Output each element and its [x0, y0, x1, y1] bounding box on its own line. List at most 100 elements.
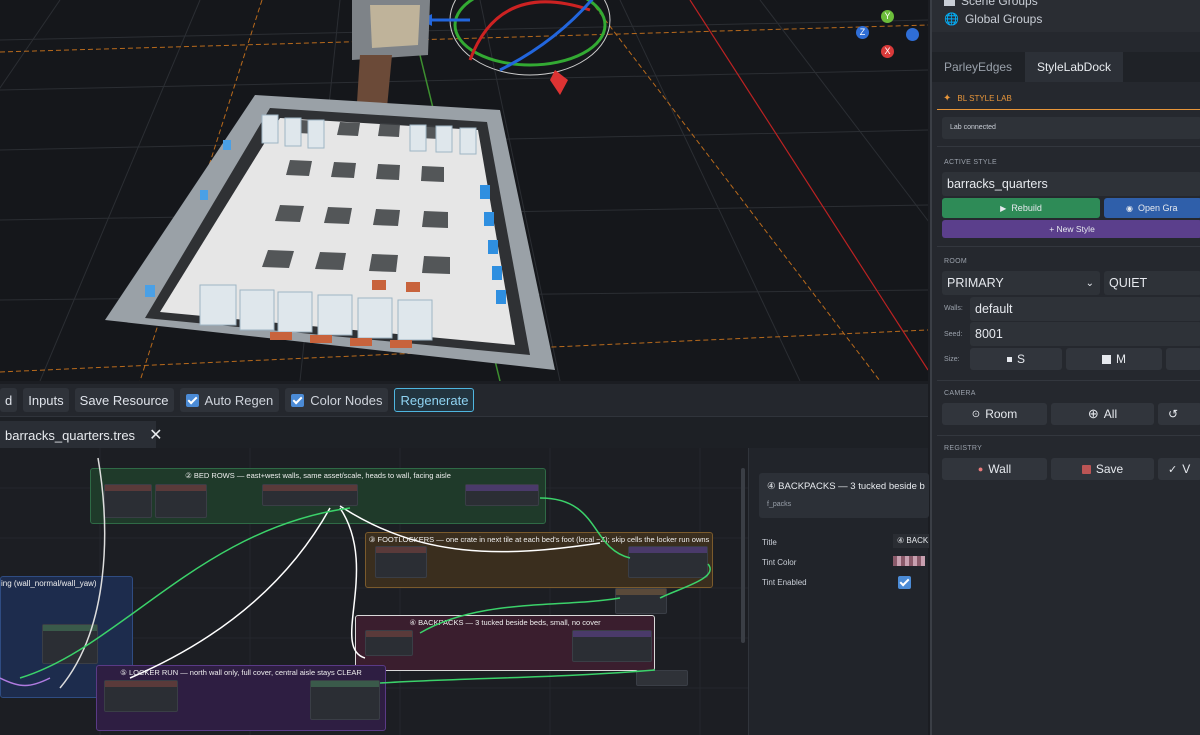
- checkbox-checked-icon: [185, 393, 199, 407]
- graph-node[interactable]: [310, 680, 380, 720]
- room-section-label: ROOM: [944, 258, 967, 265]
- graph-node[interactable]: [262, 484, 358, 506]
- check-icon: ✓: [1168, 463, 1178, 476]
- inputs-button[interactable]: Inputs: [23, 388, 69, 412]
- graph-node[interactable]: [42, 624, 98, 664]
- room-mood-dropdown[interactable]: QUIET: [1104, 271, 1200, 295]
- status-text: Lab connected: [950, 124, 996, 131]
- seed-field[interactable]: 8001: [970, 322, 1200, 346]
- inspector-header: ④ BACKPACKS — 3 tucked beside b f_packs: [759, 473, 929, 518]
- size-label: Size:: [944, 356, 960, 363]
- right-dock: Scene Groups 🌐 Global Groups ParleyEdges…: [930, 0, 1200, 735]
- title-field[interactable]: ④ BACK: [893, 534, 929, 548]
- registry-wall-label: Wall: [988, 462, 1012, 476]
- truncated-button[interactable]: d: [0, 388, 18, 412]
- checkbox-checked-icon: [291, 393, 305, 407]
- gizmo-x-axis[interactable]: X: [881, 45, 894, 58]
- graph-node[interactable]: [375, 546, 427, 578]
- file-tab[interactable]: barracks_quarters.tres ✕: [0, 421, 162, 449]
- viewport-scene: [0, 0, 928, 381]
- save-resource-button[interactable]: Save Resource: [74, 388, 174, 412]
- node-graph-canvas[interactable]: ing (wall_normal/wall_yaw) ② BED ROWS — …: [0, 448, 748, 735]
- open-graph-label: Open Gra: [1137, 203, 1178, 213]
- graph-node[interactable]: [155, 484, 207, 518]
- color-nodes-label: Color Nodes: [310, 392, 383, 408]
- size-s-label: S: [1016, 352, 1025, 366]
- registry-wall-button[interactable]: ● Wall: [942, 458, 1047, 480]
- dock-tab-bar: ParleyEdges StyleLabDock: [932, 52, 1200, 82]
- camera-all-button[interactable]: ⊕ All: [1051, 403, 1154, 425]
- globe-icon: 🌐: [944, 12, 959, 26]
- folder-icon: [944, 0, 955, 6]
- scene-tree-partial: Scene Groups 🌐 Global Groups: [932, 0, 1200, 32]
- camera-all-label: All: [1103, 407, 1118, 421]
- scene-groups-item[interactable]: Scene Groups: [944, 0, 1038, 8]
- tint-color-swatch[interactable]: [893, 556, 925, 566]
- tint-color-label: Tint Color: [762, 558, 797, 567]
- graph-node[interactable]: [104, 680, 178, 712]
- global-groups-item[interactable]: 🌐 Global Groups: [944, 12, 1042, 26]
- view-gizmo[interactable]: Y Z X: [856, 10, 919, 60]
- rotate-icon: ↺: [1168, 407, 1179, 421]
- walls-field[interactable]: default: [970, 297, 1200, 321]
- rebuild-label: Rebuild: [1011, 203, 1042, 213]
- inspector-scrollbar[interactable]: [741, 468, 745, 643]
- frame-title: ing (wall_normal/wall_yaw): [1, 579, 97, 588]
- graph-node[interactable]: [615, 588, 667, 614]
- 3d-viewport[interactable]: Y Z X: [0, 0, 928, 381]
- node-inspector-panel: ④ BACKPACKS — 3 tucked beside b f_packs …: [741, 448, 929, 735]
- close-icon[interactable]: ✕: [149, 425, 162, 445]
- sparkle-icon: ✦: [943, 93, 952, 104]
- graph-toolbar: d Inputs Save Resource Auto Regen Color …: [0, 384, 928, 416]
- graph-node[interactable]: [365, 630, 413, 656]
- graph-node[interactable]: [628, 546, 708, 578]
- new-style-button[interactable]: + New Style: [942, 220, 1200, 238]
- inspector-subtitle: f_packs: [767, 501, 792, 508]
- frame-title: ② BED ROWS — east+west walls, same asset…: [185, 471, 451, 480]
- seed-label: Seed:: [944, 331, 963, 338]
- size-l-button[interactable]: [1166, 348, 1200, 370]
- graph-minimap[interactable]: [636, 670, 688, 686]
- status-box: Lab connected: [942, 117, 1200, 139]
- camera-room-button[interactable]: ⊙ Room: [942, 403, 1047, 425]
- frame-title: ③ FOOTLOCKERS — one crate in next tile a…: [368, 535, 710, 544]
- style-lab-header: ✦ BL STYLE LAB: [937, 88, 1200, 110]
- small-square-icon: [1006, 356, 1012, 362]
- camera-room-label: Room: [985, 407, 1018, 421]
- file-tab-label: barracks_quarters.tres: [5, 427, 136, 443]
- auto-regen-checkbox[interactable]: Auto Regen: [179, 388, 280, 412]
- color-nodes-checkbox[interactable]: Color Nodes: [285, 388, 389, 412]
- chevron-down-icon: ⌄: [1085, 277, 1094, 289]
- file-tab-bar: barracks_quarters.tres ✕: [0, 416, 928, 449]
- floppy-icon: [1081, 464, 1091, 474]
- camera-section-label: CAMERA: [944, 390, 976, 397]
- rebuild-button[interactable]: ▶ Rebuild: [942, 198, 1100, 218]
- style-lab-title: BL STYLE LAB: [957, 94, 1012, 103]
- graph-icon: ◉: [1126, 203, 1133, 213]
- room-type-value: PRIMARY: [947, 276, 1004, 290]
- gizmo-neg-z[interactable]: [906, 28, 919, 41]
- graph-node[interactable]: [572, 630, 652, 662]
- room-type-dropdown[interactable]: PRIMARY ⌄: [942, 271, 1100, 295]
- registry-save-button[interactable]: Save: [1051, 458, 1154, 480]
- gizmo-z-axis[interactable]: Z: [856, 26, 869, 39]
- size-m-label: M: [1116, 352, 1126, 366]
- open-graph-button[interactable]: ◉ Open Gra: [1104, 198, 1200, 218]
- auto-regen-label: Auto Regen: [204, 392, 274, 408]
- graph-node[interactable]: [104, 484, 152, 518]
- palette-icon: ●: [977, 464, 984, 474]
- gizmo-y-axis[interactable]: Y: [881, 10, 894, 23]
- active-style-field[interactable]: barracks_quarters: [942, 172, 1200, 196]
- walls-label: Walls:: [944, 305, 963, 312]
- size-m-button[interactable]: M: [1066, 348, 1162, 370]
- camera-reset-button[interactable]: ↺: [1158, 403, 1200, 425]
- tab-parley-edges[interactable]: ParleyEdges: [944, 60, 1012, 74]
- scene-groups-label: Scene Groups: [961, 0, 1038, 8]
- regenerate-button[interactable]: Regenerate: [394, 388, 475, 412]
- size-s-button[interactable]: S: [970, 348, 1062, 370]
- tab-style-lab-dock[interactable]: StyleLabDock: [1025, 52, 1123, 82]
- frame-title: ⑤ LOCKER RUN — north wall only, full cov…: [120, 668, 362, 677]
- graph-node[interactable]: [465, 484, 539, 506]
- registry-verify-button[interactable]: ✓ V: [1158, 458, 1200, 480]
- tint-enabled-checkbox[interactable]: [898, 576, 911, 589]
